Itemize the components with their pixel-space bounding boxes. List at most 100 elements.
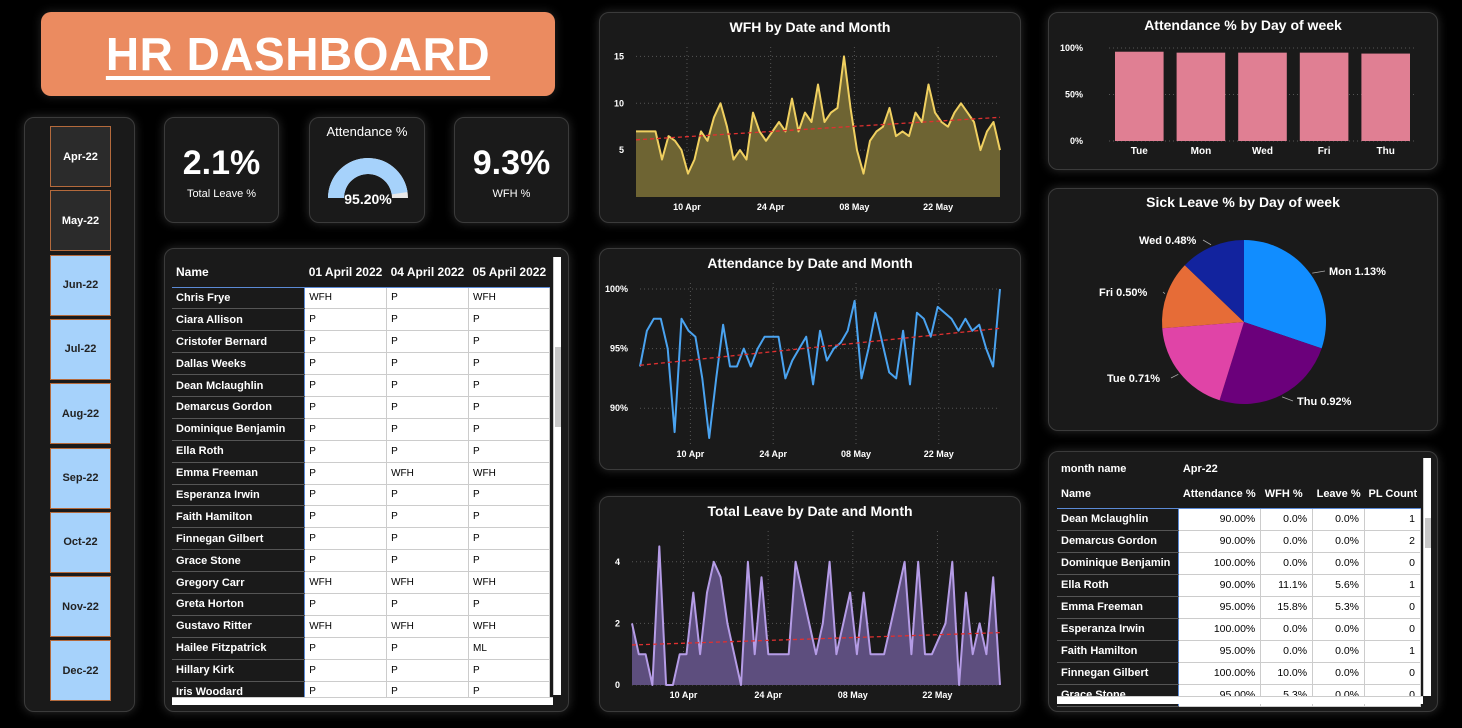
slicer-month-2[interactable]: Jun-22 [50, 254, 111, 316]
summary-table-scrollbar[interactable] [1423, 458, 1431, 696]
attendance-cell: P [304, 418, 388, 441]
slicer-month-4[interactable]: Aug-22 [50, 383, 111, 445]
metric-cell: 0.0% [1312, 508, 1366, 531]
day-attendance-chart: 0% 50% 100% Tue Mon Wed Fri Thu [1060, 43, 1417, 157]
attendance-cell: WFH [304, 615, 388, 638]
y-tick-label: 5 [619, 145, 624, 155]
attendance-cell: P [386, 549, 470, 573]
attendance-table-hscrollbar[interactable] [172, 697, 553, 705]
table-row[interactable]: Gregory Carr WFH WFH WFH [172, 571, 550, 594]
table-row[interactable]: Dominique Benjamin P P P [172, 418, 550, 441]
table-row[interactable]: Finnegan Gilbert P P P [172, 527, 550, 551]
column-header[interactable]: PL Count [1364, 480, 1421, 509]
month-filter-label: month name [1061, 463, 1127, 475]
employee-name: Gustavo Ritter [172, 615, 306, 638]
employee-name: Gregory Carr [172, 571, 306, 594]
column-header[interactable]: Leave % [1312, 480, 1365, 509]
y-tick-label: 0 [615, 680, 620, 690]
table-row[interactable]: Faith Hamilton 95.00% 0.0% 0.0% 1 [1057, 640, 1421, 663]
slicer-month-8[interactable]: Dec-22 [50, 640, 111, 702]
attendance-gauge-value: 95.20% [344, 191, 392, 207]
table-row[interactable]: Ella Roth 90.00% 11.1% 5.6% 1 [1057, 574, 1421, 597]
attendance-cell: P [468, 659, 550, 682]
table-row[interactable]: Esperanza Irwin 100.00% 0.0% 0.0% 0 [1057, 618, 1421, 641]
table-row[interactable]: Hailee Fitzpatrick P P ML [172, 637, 550, 660]
x-tick-label: 08 May [838, 690, 868, 700]
table-row[interactable]: Dallas Weeks P P P [172, 352, 550, 376]
scrollbar-thumb[interactable] [1425, 518, 1431, 548]
column-header[interactable]: Attendance % [1178, 480, 1261, 509]
attendance-cell: P [386, 659, 470, 682]
x-tick-label: Mon [1191, 146, 1212, 157]
table-row[interactable]: Faith Hamilton P P P [172, 505, 550, 529]
table-row[interactable]: Chris Frye WFH P WFH [172, 287, 550, 310]
attendance-cell: P [304, 637, 388, 660]
column-header[interactable]: WFH % [1260, 480, 1313, 509]
slicer-month-6[interactable]: Oct-22 [50, 511, 111, 573]
table-row[interactable]: Ciara Allison P P P [172, 308, 550, 332]
bar[interactable] [1299, 52, 1349, 141]
table-row[interactable]: Dean Mclaughlin 90.00% 0.0% 0.0% 1 [1057, 508, 1421, 531]
employee-name: Grace Stone [172, 549, 306, 573]
bar[interactable] [1176, 52, 1226, 141]
slicer-month-7[interactable]: Nov-22 [50, 576, 111, 638]
y-tick-label: 15 [614, 51, 624, 61]
slicer-month-0[interactable]: Apr-22 [50, 126, 111, 187]
slicer-month-3[interactable]: Jul-22 [50, 318, 111, 380]
total-leave-value: 2.1% [182, 144, 261, 182]
attendance-cell: P [468, 484, 550, 507]
table-row[interactable]: Grace Stone P P P [172, 549, 550, 573]
employee-name: Dallas Weeks [172, 352, 306, 376]
table-row[interactable]: Emma Freeman 95.00% 15.8% 5.3% 0 [1057, 596, 1421, 619]
bar[interactable] [1361, 53, 1410, 141]
metric-cell: 15.8% [1260, 596, 1314, 619]
slicer-month-1[interactable]: May-22 [50, 190, 111, 252]
table-row[interactable]: Esperanza Irwin P P P [172, 484, 550, 507]
table-row[interactable]: Greta Horton P P P [172, 593, 550, 616]
employee-name: Finnegan Gilbert [1057, 662, 1180, 685]
x-tick-label: 10 Apr [673, 202, 701, 212]
metric-cell: 0 [1364, 618, 1421, 641]
column-header[interactable]: Name [1057, 480, 1179, 509]
metric-cell: 0 [1364, 662, 1421, 685]
table-row[interactable]: Finnegan Gilbert 100.00% 10.0% 0.0% 0 [1057, 662, 1421, 685]
metric-cell: 10.0% [1260, 662, 1314, 685]
table-row[interactable]: Demarcus Gordon 90.00% 0.0% 0.0% 2 [1057, 530, 1421, 553]
table-row[interactable]: Emma Freeman P WFH WFH [172, 462, 550, 485]
metric-cell: 0 [1364, 552, 1421, 575]
column-header[interactable]: 01 April 2022 [304, 257, 387, 288]
bar[interactable] [1238, 52, 1287, 141]
attendance-gauge-title: Attendance % [326, 124, 408, 139]
table-row[interactable]: Hillary Kirk P P P [172, 659, 550, 682]
table-row[interactable]: Cristofer Bernard P P P [172, 330, 550, 354]
y-tick-label: 50% [1065, 90, 1083, 100]
table-row[interactable]: Dominique Benjamin 100.00% 0.0% 0.0% 0 [1057, 552, 1421, 575]
y-tick-label: 4 [615, 557, 620, 567]
employee-name: Ciara Allison [172, 308, 306, 332]
month-filter-value[interactable]: Apr-22 [1179, 458, 1421, 480]
table-row[interactable]: Demarcus Gordon P P P [172, 396, 550, 419]
attendance-cell: P [386, 440, 470, 463]
employee-name: Greta Horton [172, 593, 306, 616]
bar[interactable] [1115, 51, 1164, 141]
pie-leader-line [1162, 291, 1166, 294]
slicer-month-5[interactable]: Sep-22 [50, 447, 111, 509]
pie-label: Thu 0.92% [1297, 396, 1352, 408]
attendance-cell: P [468, 505, 550, 529]
attendance-cell: P [304, 549, 388, 573]
table-row[interactable]: Gustavo Ritter WFH WFH WFH [172, 615, 550, 638]
scrollbar-thumb[interactable] [555, 347, 561, 427]
month-slicer: Apr-22 May-22 Jun-22 Jul-22 Aug-22 Sep-22 Oct-… [24, 117, 135, 712]
table-row[interactable]: Ella Roth P P P [172, 440, 550, 463]
attendance-cell: P [304, 593, 388, 616]
column-header[interactable]: 05 April 2022 [468, 257, 550, 288]
table-row[interactable]: Dean Mclaughlin P P P [172, 374, 550, 397]
metric-cell: 2 [1364, 530, 1421, 553]
column-header[interactable]: 04 April 2022 [386, 257, 469, 288]
summary-table-hscrollbar[interactable] [1057, 696, 1423, 704]
attendance-cell: P [468, 527, 550, 551]
x-tick-label: Fri [1318, 146, 1331, 157]
column-header[interactable]: Name [172, 257, 305, 288]
attendance-table-scrollbar[interactable] [553, 257, 561, 695]
metric-cell: 0.0% [1312, 618, 1366, 641]
